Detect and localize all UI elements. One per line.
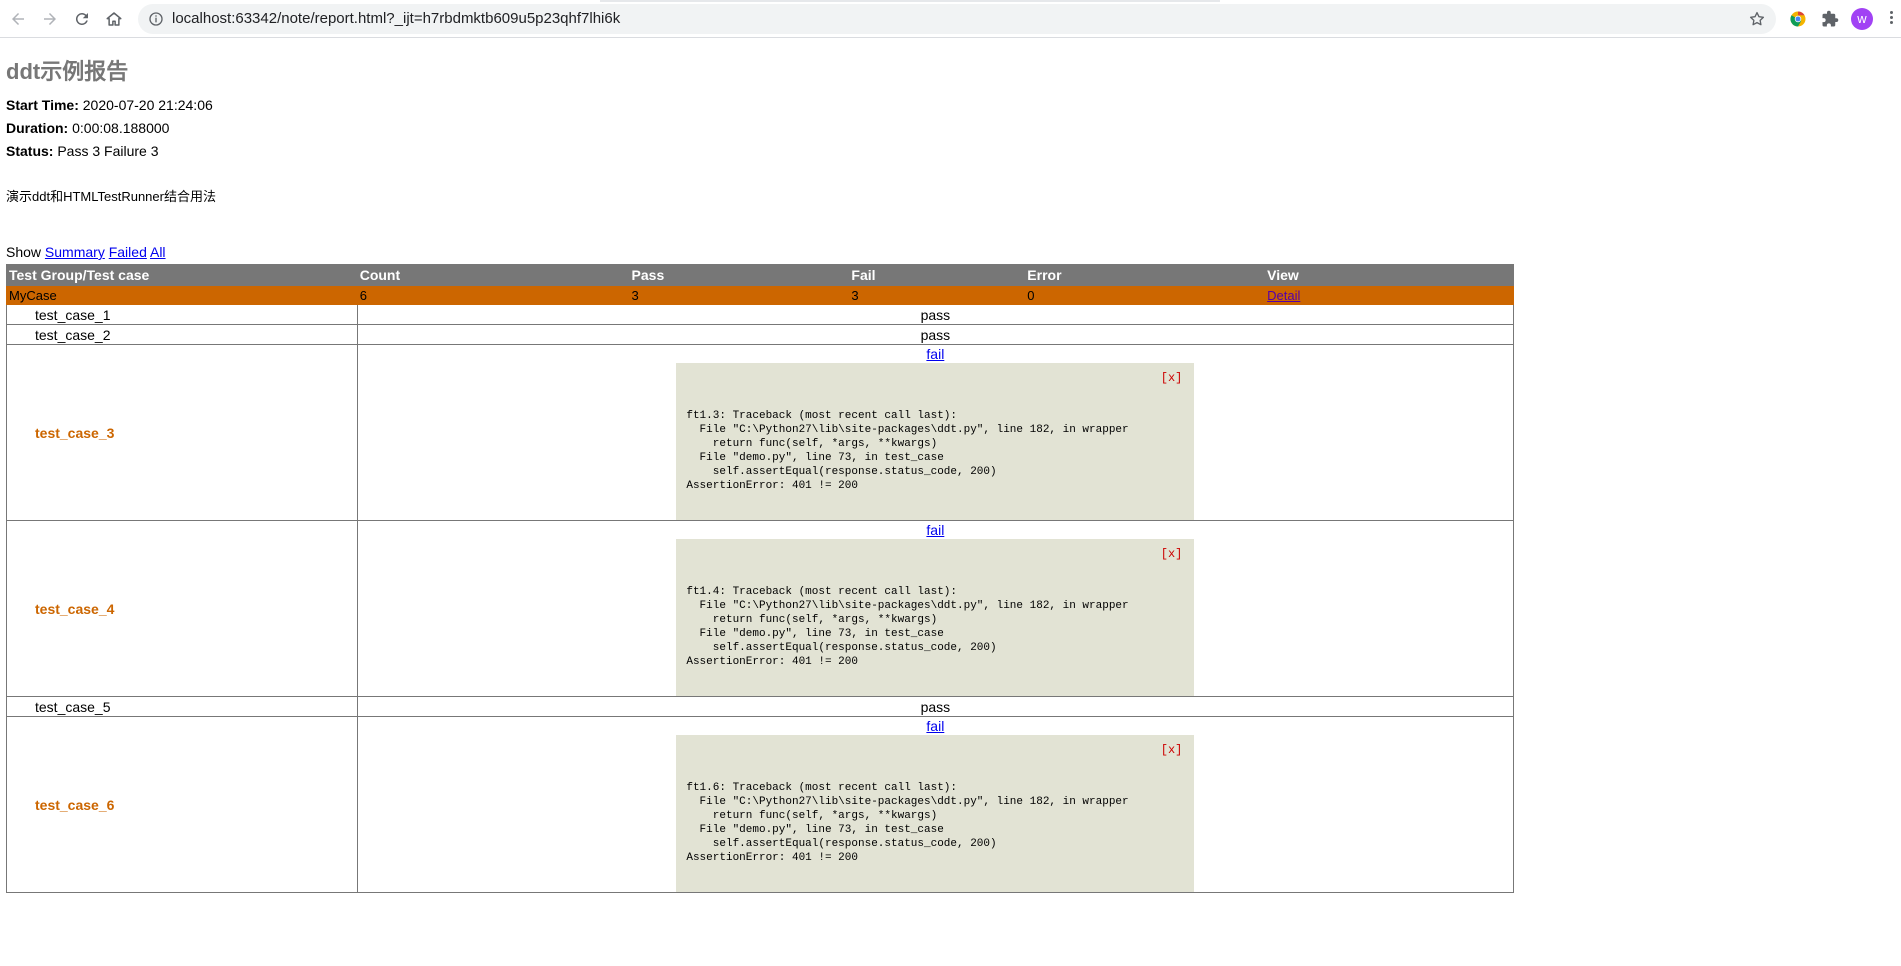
class-count: 6 xyxy=(356,285,630,305)
case-name: test_case_2 xyxy=(6,324,358,345)
class-name: MyCase xyxy=(6,285,358,305)
extensions-puzzle-button[interactable] xyxy=(1820,9,1840,29)
report-description: 演示ddt和HTMLTestRunner结合用法 xyxy=(6,189,216,204)
profile-avatar[interactable]: w xyxy=(1851,8,1873,30)
tab-strip-edge xyxy=(600,0,1220,2)
class-fail: 3 xyxy=(848,285,1026,305)
case-status-cell: fail [x] ft1.6: Traceback (most recent c… xyxy=(356,716,1515,893)
case-name: test_case_5 xyxy=(6,696,358,717)
case-name: test_case_3 xyxy=(6,344,358,521)
browser-menu-button[interactable] xyxy=(1888,9,1894,29)
table-row: test_case_4 fail [x] ft1.4: Traceback (m… xyxy=(6,520,1515,697)
result-table: Test Group/Test case Count Pass Fail Err… xyxy=(6,264,1515,893)
case-name: test_case_6 xyxy=(6,716,358,893)
case-status-cell: fail [x] ft1.3: Traceback (most recent c… xyxy=(356,344,1515,521)
back-button[interactable] xyxy=(6,7,30,31)
table-row: test_case_5 pass xyxy=(6,696,1515,717)
chrome-logo-icon xyxy=(1790,11,1806,27)
traceback-text: ft1.3: Traceback (most recent call last)… xyxy=(686,410,1129,492)
show-filter: Show Summary Failed All xyxy=(6,244,166,260)
show-label: Show xyxy=(6,244,42,260)
table-row: test_case_6 fail [x] ft1.6: Traceback (m… xyxy=(6,716,1515,893)
url-text[interactable]: localhost:63342/note/report.html?_ijt=h7… xyxy=(172,10,620,27)
case-name: test_case_1 xyxy=(6,304,358,325)
start-time-row: Start Time: 2020-07-20 21:24:06 xyxy=(6,97,213,113)
case-status: pass xyxy=(356,696,1515,717)
bookmark-star-icon[interactable] xyxy=(1748,10,1766,28)
table-row: test_case_3 fail [x] ft1.3: Traceback (m… xyxy=(6,344,1515,521)
fail-toggle-link[interactable]: fail xyxy=(360,717,1511,735)
case-status: pass xyxy=(356,304,1515,325)
status-label: Status: xyxy=(6,143,54,159)
extension-chrome-icon[interactable] xyxy=(1788,9,1808,29)
status-row: Status: Pass 3 Failure 3 xyxy=(6,143,159,159)
fail-toggle-link[interactable]: fail xyxy=(360,521,1511,539)
case-status-cell: fail [x] ft1.4: Traceback (most recent c… xyxy=(356,520,1515,697)
table-row: test_case_2 pass xyxy=(6,324,1515,345)
close-traceback-button[interactable]: [x] xyxy=(1161,371,1183,385)
traceback-text: ft1.6: Traceback (most recent call last)… xyxy=(686,782,1129,864)
arrow-right-icon xyxy=(44,13,56,25)
puzzle-icon xyxy=(1822,10,1839,27)
fail-toggle-link[interactable]: fail xyxy=(360,345,1511,363)
close-traceback-button[interactable]: [x] xyxy=(1161,743,1183,757)
header-cell: Error xyxy=(1024,264,1266,286)
table-header-row: Test Group/Test case Count Pass Fail Err… xyxy=(6,264,1514,286)
duration-row: Duration: 0:00:08.188000 xyxy=(6,120,169,136)
home-button[interactable] xyxy=(102,7,126,31)
case-name: test_case_4 xyxy=(6,520,358,697)
test-class-row: MyCase 6 3 3 0 Detail xyxy=(6,285,1514,305)
class-view-cell: Detail xyxy=(1264,285,1514,305)
header-cell: Test Group/Test case xyxy=(6,264,358,286)
close-traceback-button[interactable]: [x] xyxy=(1161,547,1183,561)
header-cell: View xyxy=(1264,264,1514,286)
forward-button[interactable] xyxy=(38,7,62,31)
detail-link[interactable]: Detail xyxy=(1267,288,1300,303)
show-summary-link[interactable]: Summary xyxy=(45,244,105,260)
header-cell: Pass xyxy=(628,264,850,286)
class-error: 0 xyxy=(1024,285,1266,305)
duration-value: 0:00:08.188000 xyxy=(72,120,170,136)
traceback-popup: [x] ft1.6: Traceback (most recent call l… xyxy=(676,735,1195,892)
page-title: ddt示例报告 xyxy=(6,59,129,84)
address-bar[interactable]: localhost:63342/note/report.html?_ijt=h7… xyxy=(138,4,1776,34)
traceback-popup: [x] ft1.4: Traceback (most recent call l… xyxy=(676,539,1195,696)
show-all-link[interactable]: All xyxy=(150,244,166,260)
header-cell: Fail xyxy=(848,264,1026,286)
show-failed-link[interactable]: Failed xyxy=(109,244,147,260)
case-status: pass xyxy=(356,324,1515,345)
traceback-text: ft1.4: Traceback (most recent call last)… xyxy=(686,586,1129,668)
duration-label: Duration: xyxy=(6,120,69,136)
info-icon[interactable] xyxy=(148,11,164,27)
header-cell: Count xyxy=(356,264,630,286)
browser-toolbar: localhost:63342/note/report.html?_ijt=h7… xyxy=(0,0,1901,38)
status-value: Pass 3 Failure 3 xyxy=(57,143,159,159)
start-time-label: Start Time: xyxy=(6,97,79,113)
home-icon xyxy=(106,12,122,26)
reload-button[interactable] xyxy=(70,7,94,31)
start-time-value: 2020-07-20 21:24:06 xyxy=(82,97,213,113)
arrow-left-icon xyxy=(12,13,24,25)
traceback-popup: [x] ft1.3: Traceback (most recent call l… xyxy=(676,363,1195,520)
reload-icon xyxy=(75,12,88,25)
table-row: test_case_1 pass xyxy=(6,304,1515,325)
class-pass: 3 xyxy=(628,285,850,305)
